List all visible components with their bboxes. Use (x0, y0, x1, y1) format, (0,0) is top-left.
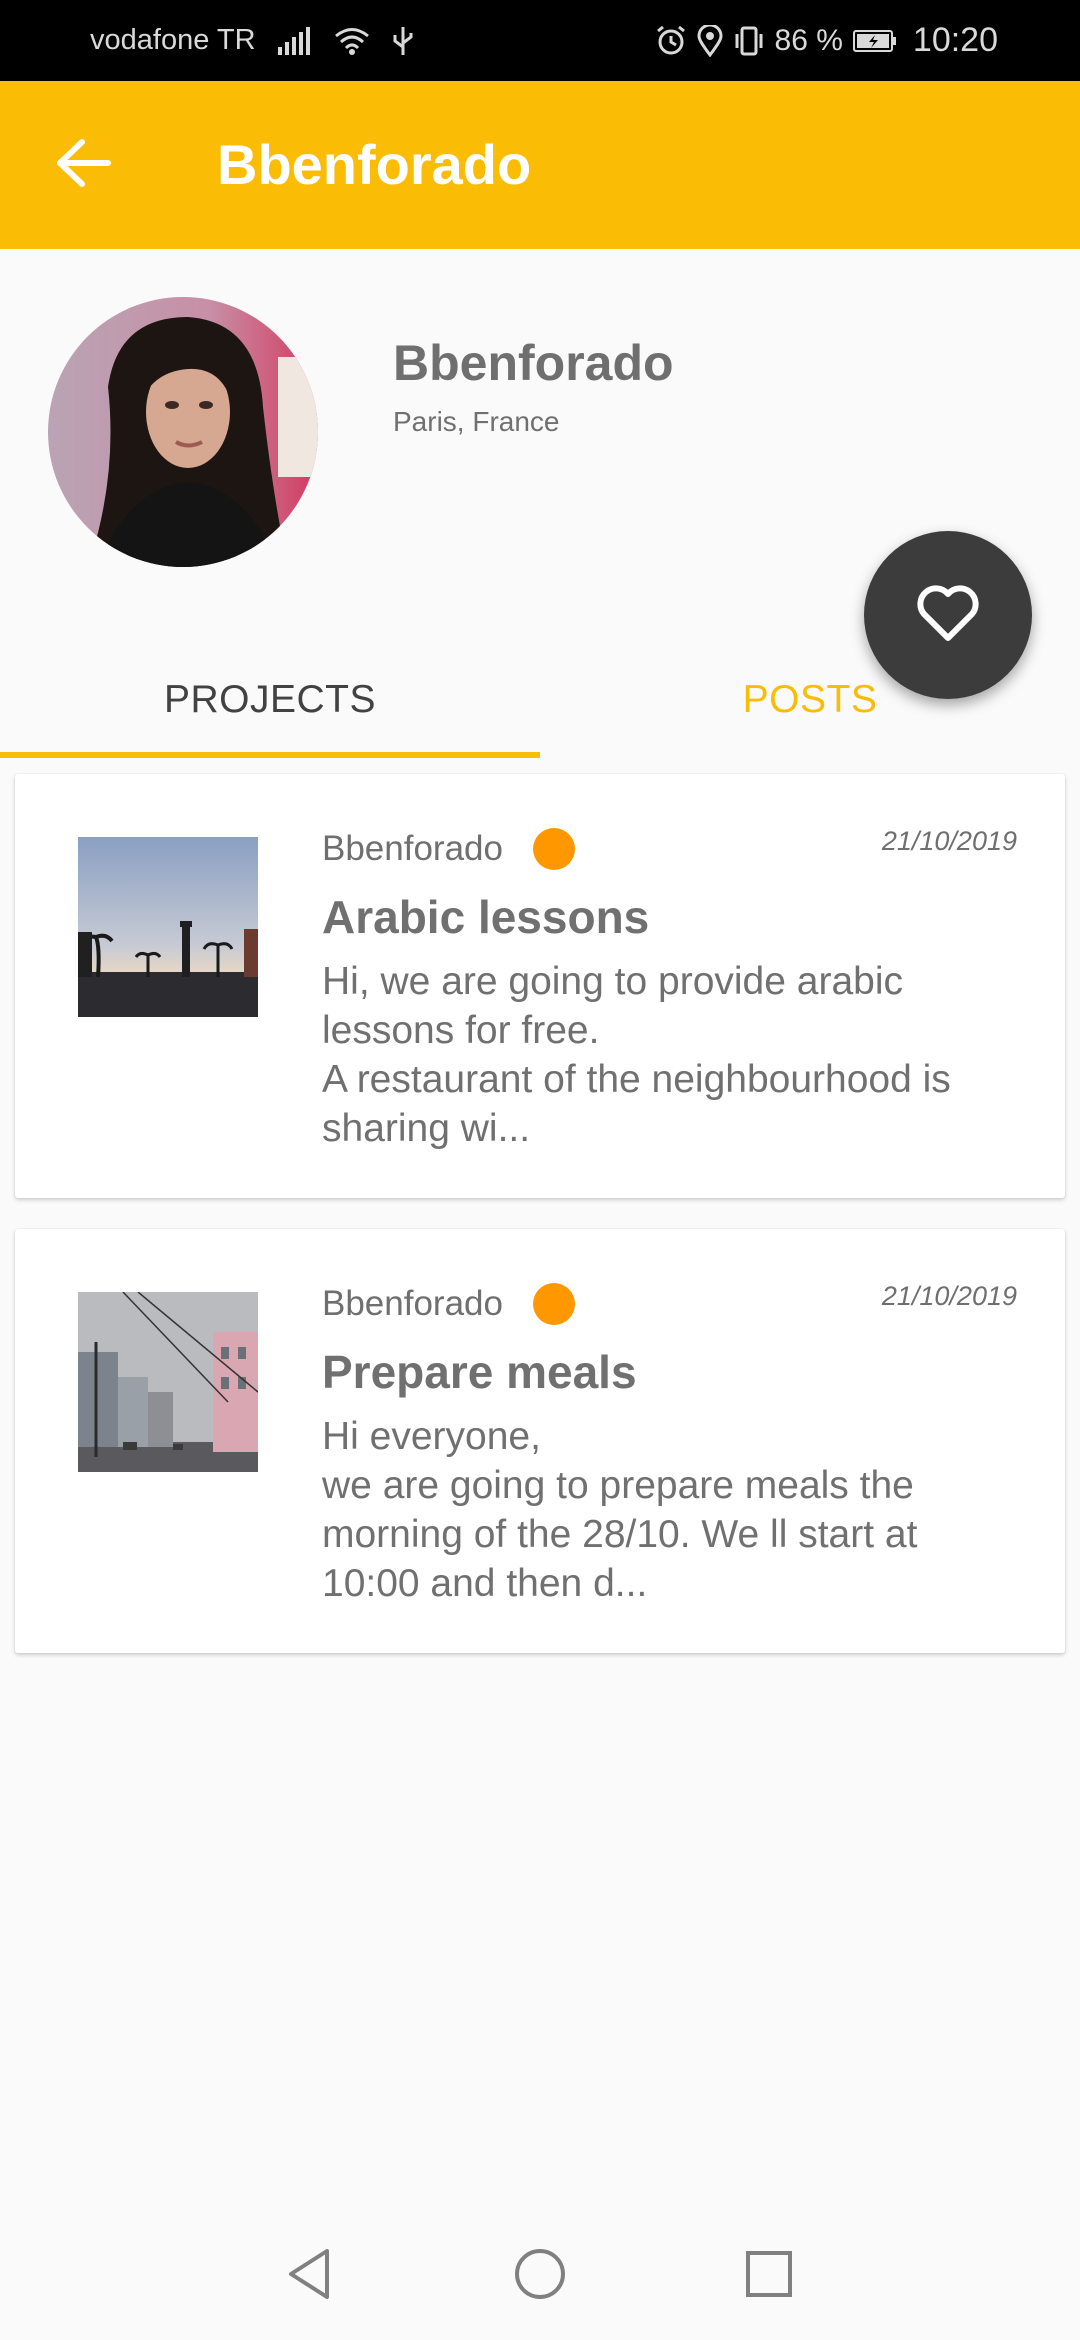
card-author: Bbenforado (322, 1284, 503, 1323)
tab-projects[interactable]: PROJECTS (0, 640, 540, 760)
nav-back-icon (285, 2247, 333, 2306)
app-bar: Bbenforado (0, 81, 1080, 249)
arrow-back-icon (56, 138, 112, 193)
card-description: Hi everyone, we are going to prepare mea… (322, 1415, 918, 1605)
card-title: Prepare meals (322, 1346, 637, 1398)
avatar (48, 297, 318, 567)
clock: 10:20 (912, 21, 998, 59)
system-nav-bar (0, 2212, 1080, 2340)
favorite-button[interactable] (864, 531, 1032, 699)
wifi-icon (334, 27, 370, 55)
card-date: 21/10/2019 (881, 826, 1017, 856)
alarm-icon (655, 25, 687, 57)
nav-home-icon (513, 2247, 567, 2306)
battery-icon (852, 29, 897, 53)
heart-outline-icon (916, 584, 980, 647)
carrier-label: vodafone TR (90, 24, 256, 56)
nav-home-button[interactable] (510, 2246, 570, 2306)
project-thumbnail (78, 837, 258, 1017)
card-title: Arabic lessons (322, 891, 650, 943)
nav-recents-icon (744, 2249, 794, 2304)
card-description: Hi, we are going to provide arabic lesso… (322, 960, 951, 1150)
nav-recents-button[interactable] (739, 2246, 799, 2306)
status-indicator (533, 828, 575, 870)
back-button[interactable] (52, 133, 116, 197)
profile-location: Paris, France (393, 406, 560, 437)
location-icon (697, 24, 723, 57)
project-card[interactable]: Bbenforado 21/10/2019 Prepare meals Hi e… (15, 1229, 1065, 1653)
page-title: Bbenforado (217, 133, 532, 196)
profile-name: Bbenforado (393, 335, 674, 391)
status-bar: vodafone TR 86 % 10:20 (0, 0, 1080, 81)
battery-percent: 86 % (774, 23, 843, 57)
usb-icon (392, 25, 414, 57)
signal-icon (277, 26, 312, 55)
project-card[interactable]: Bbenforado 21/10/2019 Arabic lessons Hi,… (15, 774, 1065, 1198)
card-date: 21/10/2019 (881, 1281, 1017, 1311)
card-author: Bbenforado (322, 829, 503, 868)
nav-back-button[interactable] (279, 2246, 339, 2306)
tab-indicator (0, 752, 540, 758)
vibrate-icon (733, 25, 765, 57)
status-indicator (533, 1283, 575, 1325)
project-thumbnail (78, 1292, 258, 1472)
